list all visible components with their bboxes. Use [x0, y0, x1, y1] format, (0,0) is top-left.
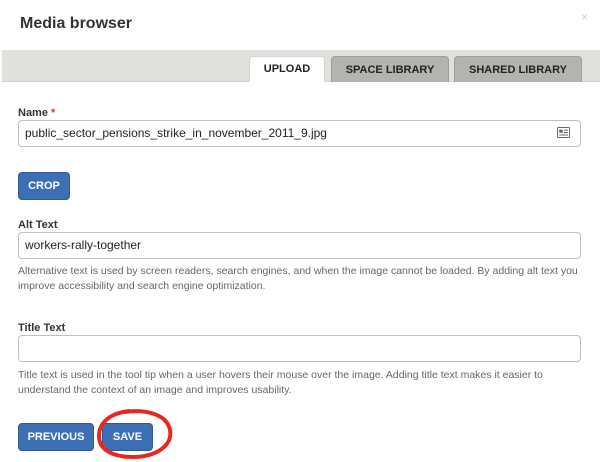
media-browser-dialog: Media browser × UPLOAD SPACE LIBRARY SHA…: [0, 0, 600, 462]
crop-button[interactable]: CROP: [18, 172, 70, 200]
tab-bar: UPLOAD SPACE LIBRARY SHARED LIBRARY: [2, 50, 600, 82]
required-marker: *: [51, 107, 56, 119]
alt-text-help: Alternative text is used by screen reade…: [18, 265, 578, 292]
previous-button[interactable]: PREVIOUS: [18, 423, 94, 451]
title-text-label: Title Text: [18, 322, 66, 334]
tab-upload[interactable]: UPLOAD: [249, 56, 325, 82]
name-label-text: Name: [18, 107, 48, 119]
tab-shared-library[interactable]: SHARED LIBRARY: [454, 56, 582, 82]
name-label: Name *: [18, 107, 55, 119]
alt-text-value: workers-rally-together: [25, 238, 142, 252]
name-field-value: public_sector_pensions_strike_in_novembe…: [25, 126, 327, 140]
dialog-titlebar: Media browser ×: [0, 0, 600, 50]
title-text-field[interactable]: [18, 335, 581, 362]
save-button[interactable]: SAVE: [102, 423, 153, 451]
name-field[interactable]: public_sector_pensions_strike_in_novembe…: [18, 120, 581, 147]
close-icon[interactable]: ×: [581, 10, 588, 24]
alt-text-label: Alt Text: [18, 219, 58, 231]
alt-text-field[interactable]: workers-rally-together: [18, 232, 581, 259]
dialog-title: Media browser: [20, 15, 133, 32]
id-card-icon[interactable]: [557, 127, 570, 138]
background-page-peek: [55, 456, 145, 462]
tab-space-library[interactable]: SPACE LIBRARY: [331, 56, 449, 82]
title-text-help: Title text is used in the tool tip when …: [18, 369, 543, 396]
